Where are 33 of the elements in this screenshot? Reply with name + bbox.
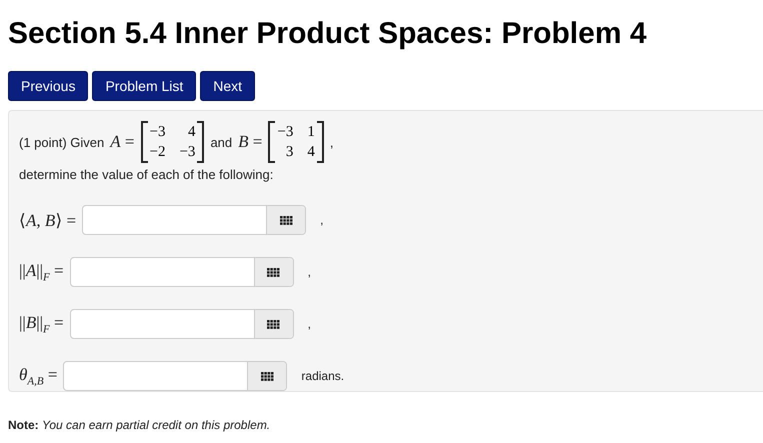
matrix-name: B =: [238, 132, 262, 152]
matrix: −3 1 3 4: [268, 121, 324, 163]
connector-text: and: [210, 134, 232, 150]
equation-editor-button[interactable]: [266, 206, 306, 234]
grid-icon: [280, 216, 293, 224]
answer-label: ⟨A, B⟩ =: [19, 210, 76, 230]
answer-suffix: ,: [308, 265, 311, 279]
matrix: −3 4 −2 −3: [140, 121, 204, 163]
page-title: Section 5.4 Inner Product Spaces: Problem 4: [8, 16, 648, 52]
nav-button[interactable]: Next: [200, 71, 256, 101]
grid-icon: [267, 268, 280, 276]
grid-icon: [260, 372, 274, 380]
connector-text: ,: [330, 134, 334, 150]
equation-editor-button[interactable]: [247, 362, 286, 390]
answer-suffix: ,: [308, 317, 311, 331]
answer-field[interactable]: [70, 257, 294, 287]
nav-button[interactable]: Previous: [8, 71, 88, 101]
equation-editor-button[interactable]: [254, 310, 293, 338]
grid-icon: [267, 320, 280, 328]
answer-label: ||A||$_{F}$ =: [19, 260, 64, 284]
answer-label: ||B||$_{F}$ =: [19, 312, 64, 336]
answer-field[interactable]: [82, 205, 306, 235]
note-text: Note: You can earn partial credit on this problem.: [8, 418, 272, 432]
equation-editor-button[interactable]: [254, 258, 293, 286]
answer-suffix: radians.: [301, 369, 344, 383]
nav-button[interactable]: Problem List: [92, 71, 196, 101]
instruction-text: determine the value of each of the following:: [19, 167, 274, 182]
answer-field[interactable]: [63, 361, 288, 391]
answer-label: θ$_{A,B}$ =: [19, 364, 58, 388]
answer-field[interactable]: [70, 309, 294, 339]
problem-intro: (1 point) Given: [19, 134, 104, 150]
answer-suffix: ,: [320, 213, 324, 227]
matrix-name: A =: [110, 132, 134, 152]
